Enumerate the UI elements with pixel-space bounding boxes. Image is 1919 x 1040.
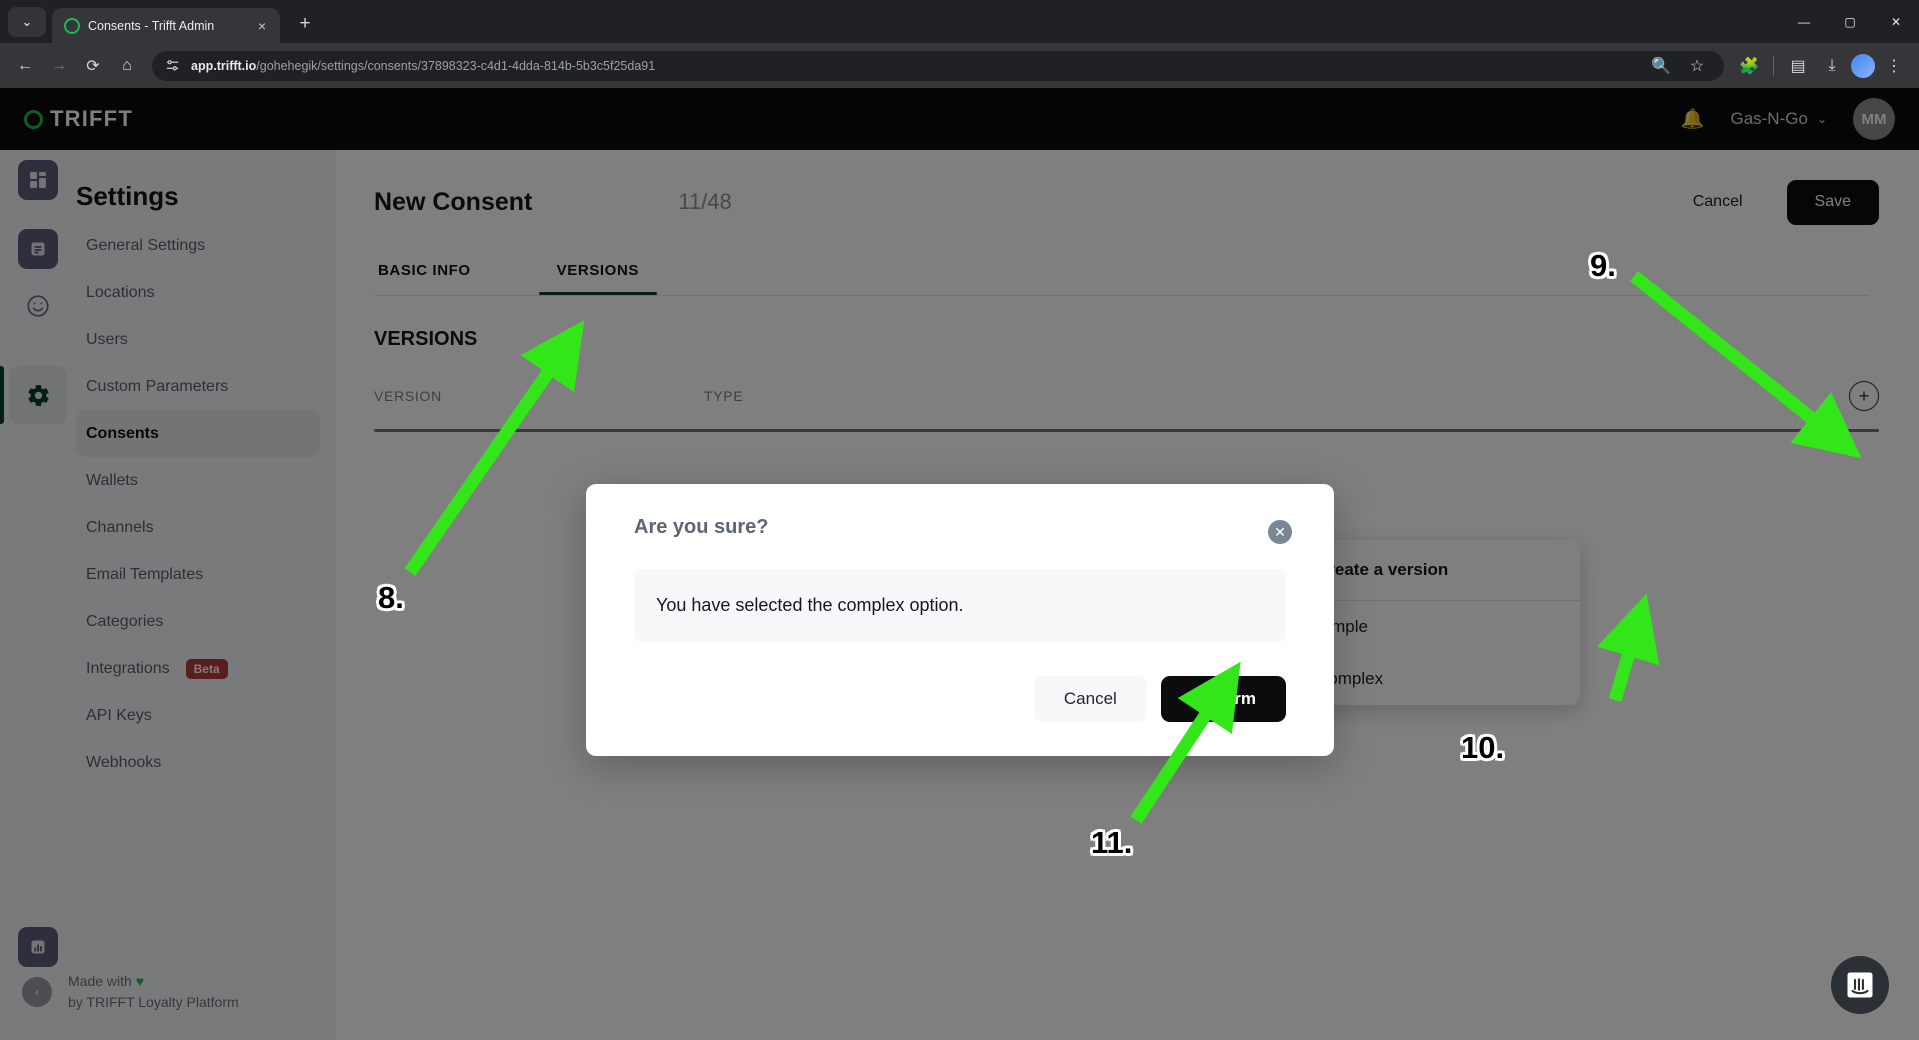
url-text: app.trifft.io/gohehegik/settings/consent… (191, 59, 655, 73)
window-controls: — ▢ ✕ (1781, 0, 1919, 43)
new-tab-button[interactable]: + (290, 9, 320, 39)
browser-tab-strip: ⌄ Consents - Trifft Admin × + — ▢ ✕ (0, 0, 1919, 43)
bookmark-star-icon[interactable]: ☆ (1682, 51, 1712, 81)
split-view-icon[interactable]: ▤ (1783, 51, 1813, 81)
maximize-icon[interactable]: ▢ (1827, 0, 1873, 43)
extensions-icon[interactable]: 🧩 (1734, 51, 1764, 81)
window-close-icon[interactable]: ✕ (1873, 0, 1919, 43)
confirmation-modal: Are you sure? ✕ You have selected the co… (586, 484, 1334, 756)
close-icon[interactable]: ✕ (1268, 520, 1292, 544)
modal-actions: Cancel Confirm (634, 676, 1286, 722)
omnibox-actions: 🔍 ☆ (1646, 51, 1712, 81)
download-icon[interactable]: ⤓ (1817, 51, 1847, 81)
browser-window: ⌄ Consents - Trifft Admin × + — ▢ ✕ ← → … (0, 0, 1919, 1040)
url-path: /gohehegik/settings/consents/37898323-c4… (256, 58, 656, 73)
toolbar-divider (1773, 55, 1774, 76)
intercom-chat-button[interactable] (1831, 956, 1889, 1014)
tab-search-chevron-icon[interactable]: ⌄ (8, 7, 46, 37)
browser-tab[interactable]: Consents - Trifft Admin × (52, 8, 280, 43)
intercom-icon (1847, 972, 1873, 998)
modal-message: You have selected the complex option. (634, 569, 1286, 642)
modal-title: Are you sure? (634, 516, 769, 538)
back-icon[interactable]: ← (10, 51, 40, 81)
browser-toolbar: ← → ⟳ ⌂ app.trifft.io/gohehegik/settings… (0, 43, 1919, 88)
reload-icon[interactable]: ⟳ (78, 51, 108, 81)
minimize-icon[interactable]: — (1781, 0, 1827, 43)
trifft-ring-icon (64, 17, 80, 34)
close-icon[interactable]: × (252, 18, 272, 34)
modal-cancel-button[interactable]: Cancel (1033, 676, 1147, 722)
url-domain: app.trifft.io (191, 58, 257, 73)
address-bar[interactable]: app.trifft.io/gohehegik/settings/consent… (152, 50, 1724, 81)
home-icon[interactable]: ⌂ (112, 51, 142, 81)
modal-confirm-button[interactable]: Confirm (1160, 676, 1286, 722)
forward-icon[interactable]: → (44, 51, 74, 81)
browser-menu-icon[interactable]: ⋮ (1879, 51, 1909, 81)
browser-profile-avatar[interactable] (1851, 53, 1875, 78)
zoom-icon[interactable]: 🔍 (1646, 51, 1676, 81)
site-settings-icon[interactable] (164, 57, 181, 74)
app-viewport: TRIFFT 🔔 Gas-N-Go ⌄ MM (0, 88, 1919, 1040)
browser-tab-title: Consents - Trifft Admin (88, 18, 215, 33)
